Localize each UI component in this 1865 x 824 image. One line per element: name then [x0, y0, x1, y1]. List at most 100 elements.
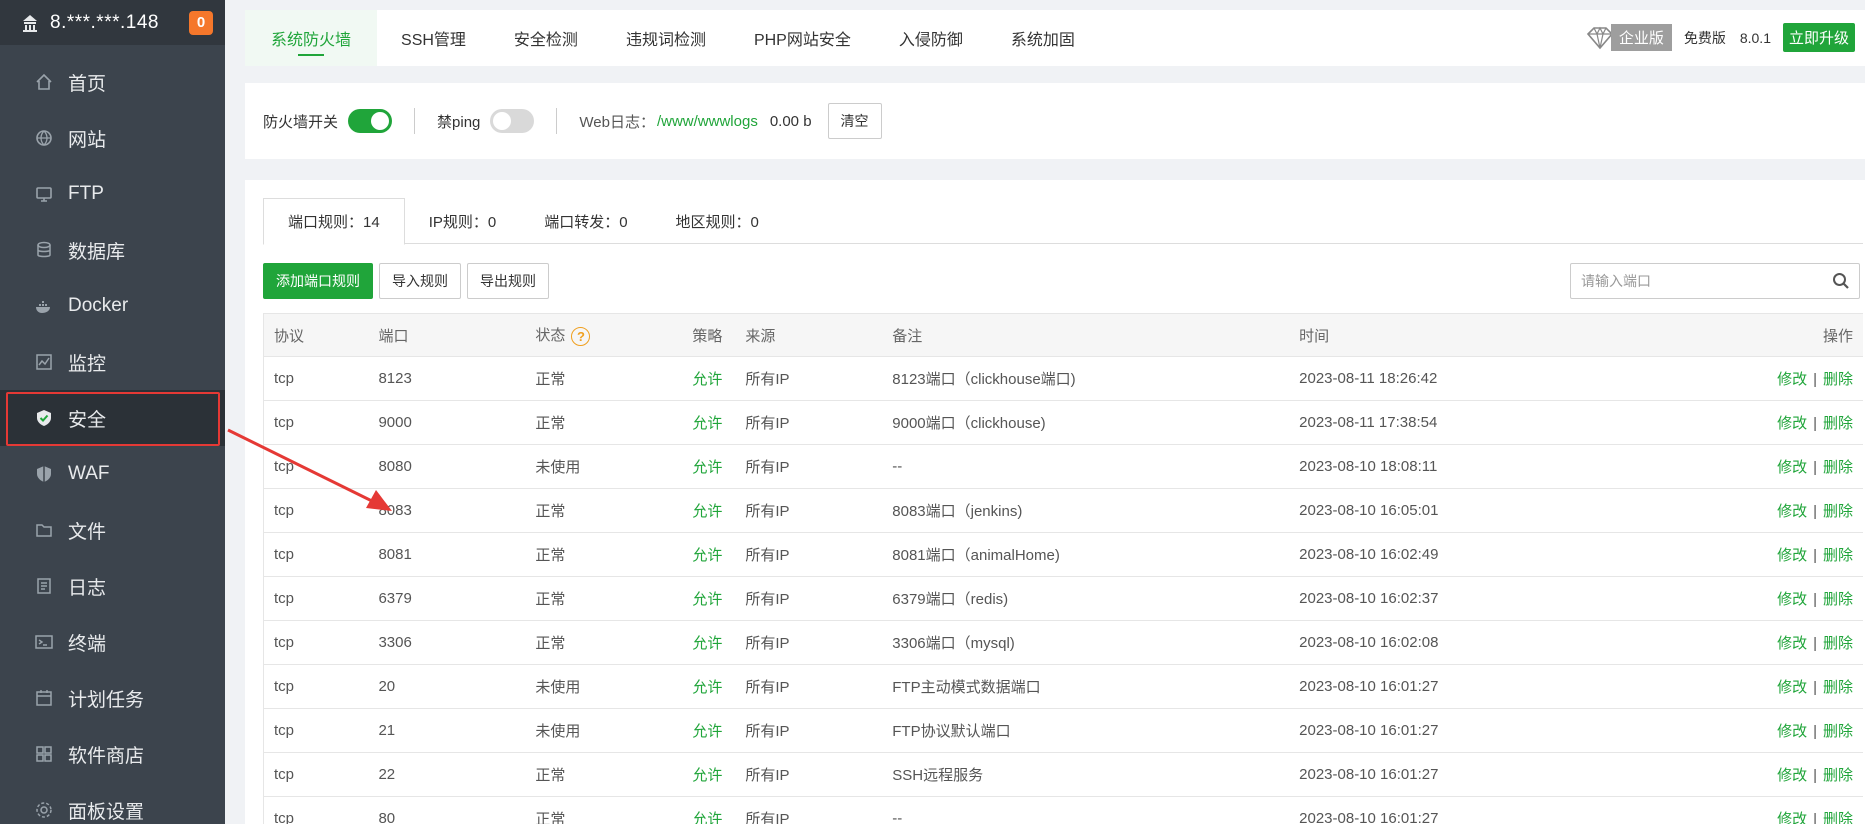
clear-log-button[interactable]: 清空 [827, 103, 882, 139]
tab-0[interactable]: 系统防火墙 [245, 10, 378, 66]
sidebar-item-7[interactable]: WAF [0, 446, 225, 502]
cell-port: 22 [368, 752, 526, 797]
subtab-3[interactable]: 地区规则：0 [652, 198, 783, 244]
sidebar-item-10[interactable]: 终端 [0, 614, 225, 670]
cell-time: 2023-08-10 16:02:08 [1289, 620, 1490, 665]
firewall-toggle[interactable] [348, 109, 393, 133]
edit-link[interactable]: 修改 [1777, 679, 1807, 696]
delete-link[interactable]: 删除 [1823, 811, 1853, 824]
sidebar-item-11[interactable]: 计划任务 [0, 670, 225, 726]
import-rules-button[interactable]: 导入规则 [379, 263, 461, 299]
delete-link[interactable]: 删除 [1823, 591, 1853, 608]
subtab-0[interactable]: 端口规则：14 [263, 198, 405, 245]
tab-1[interactable]: SSH管理 [377, 10, 490, 66]
sidebar-item-label: Docker [68, 295, 129, 316]
delete-link[interactable]: 删除 [1823, 415, 1853, 432]
sidebar-item-13[interactable]: 面板设置 [0, 782, 225, 824]
sidebar-item-9[interactable]: 日志 [0, 558, 225, 614]
sidebar-item-2[interactable]: FTP [0, 166, 225, 222]
edit-link[interactable]: 修改 [1777, 503, 1807, 520]
cell-protocol: tcp [263, 620, 369, 665]
edit-link[interactable]: 修改 [1777, 591, 1807, 608]
delete-link[interactable]: 删除 [1823, 503, 1853, 520]
cell-time: 2023-08-10 16:02:37 [1289, 576, 1490, 621]
delete-link[interactable]: 删除 [1823, 371, 1853, 388]
cell-protocol: tcp [263, 708, 369, 753]
cell-port: 21 [368, 708, 526, 753]
delete-link[interactable]: 删除 [1823, 459, 1853, 476]
tab-4[interactable]: PHP网站安全 [730, 10, 875, 66]
ping-toggle[interactable] [490, 109, 535, 133]
sidebar-item-0[interactable]: 首页 [0, 54, 225, 110]
action-separator: | [1813, 503, 1817, 520]
delete-link[interactable]: 删除 [1823, 635, 1853, 652]
action-separator: | [1813, 591, 1817, 608]
edit-link[interactable]: 修改 [1777, 371, 1807, 388]
action-separator: | [1813, 811, 1817, 824]
table-row: tcp 21 未使用 允许 所有IP FTP协议默认端口 2023-08-10 16:01:… [263, 708, 1863, 753]
sidebar-item-5[interactable]: 监控 [0, 334, 225, 390]
cell-port: 3306 [368, 620, 526, 665]
sidebar-item-1[interactable]: 网站 [0, 110, 225, 166]
edit-link[interactable]: 修改 [1777, 767, 1807, 784]
port-search-input[interactable] [1581, 273, 1823, 289]
server-header[interactable]: 8.***.***.148 0 [0, 0, 225, 45]
sidebar-item-6[interactable]: 安全 [0, 390, 225, 446]
firewall-switch-label: 防火墙开关 [263, 113, 339, 131]
search-icon[interactable] [1823, 264, 1859, 298]
sidebar-item-3[interactable]: 数据库 [0, 222, 225, 278]
col-port[interactable]: 端口 [368, 313, 526, 357]
sidebar-item-8[interactable]: 文件 [0, 502, 225, 558]
cell-port: 6379 [368, 576, 526, 621]
cell-note: 6379端口（redis) [882, 576, 1290, 621]
edit-link[interactable]: 修改 [1777, 415, 1807, 432]
subtab-2[interactable]: 端口转发：0 [520, 198, 651, 244]
table-header: 协议 端口 状态? 策略 来源 备注 时间 操作 [263, 313, 1863, 357]
sidebar-item-label: FTP [68, 183, 104, 204]
delete-link[interactable]: 删除 [1823, 547, 1853, 564]
cell-status: 未使用 [525, 444, 683, 489]
tab-6[interactable]: 系统加固 [987, 10, 1099, 66]
monitor-icon [34, 352, 54, 372]
edit-link[interactable]: 修改 [1777, 547, 1807, 564]
col-protocol[interactable]: 协议 [263, 313, 369, 357]
table-row: tcp 8080 未使用 允许 所有IP -- 2023-08-10 18:08:11 修改 |… [263, 444, 1863, 489]
cell-port: 8080 [368, 444, 526, 489]
edit-link[interactable]: 修改 [1777, 723, 1807, 740]
cell-source: 所有IP [735, 576, 883, 621]
edit-link[interactable]: 修改 [1777, 635, 1807, 652]
weblog-size: 0.00 b [769, 112, 812, 130]
weblog-path-link[interactable]: /www/wwwlogs [657, 113, 758, 130]
sidebar-item-label: 数据库 [68, 241, 126, 263]
sidebar-item-label: 面板设置 [68, 801, 145, 823]
cell-actions: 修改 | 删除 [1489, 752, 1863, 797]
delete-link[interactable]: 删除 [1823, 679, 1853, 696]
enterprise-edition[interactable]: 企业版 [1583, 24, 1672, 52]
edit-link[interactable]: 修改 [1777, 811, 1807, 824]
delete-link[interactable]: 删除 [1823, 723, 1853, 740]
table-row: tcp 8083 正常 允许 所有IP 8083端口（jenkins) 2023-08-10… [263, 488, 1863, 533]
help-icon[interactable]: ? [571, 326, 591, 346]
folder-icon [34, 520, 54, 540]
add-port-rule-button[interactable]: 添加端口规则 [263, 263, 373, 299]
col-status-label: 状态 [535, 327, 566, 345]
cell-protocol: tcp [263, 400, 369, 445]
export-rules-button[interactable]: 导出规则 [467, 263, 549, 299]
sidebar-item-label: 终端 [68, 633, 107, 655]
delete-link[interactable]: 删除 [1823, 767, 1853, 784]
cell-policy: 允许 [682, 620, 736, 665]
edit-link[interactable]: 修改 [1777, 459, 1807, 476]
subtab-1[interactable]: IP规则：0 [405, 198, 521, 244]
waf-shield-icon [34, 464, 54, 484]
upgrade-button[interactable]: 立即升级 [1782, 23, 1855, 52]
cell-note: 3306端口（mysql) [882, 620, 1290, 665]
sidebar-item-4[interactable]: Docker [0, 278, 225, 334]
tab-5[interactable]: 入侵防御 [875, 10, 987, 66]
tab-2[interactable]: 安全检测 [490, 10, 602, 66]
sidebar-item-12[interactable]: 软件商店 [0, 726, 225, 782]
globe-icon [34, 128, 54, 148]
sidebar-item-label: 安全 [68, 409, 107, 431]
notification-badge[interactable]: 0 [189, 10, 213, 35]
action-separator: | [1813, 635, 1817, 652]
tab-3[interactable]: 违规词检测 [602, 10, 730, 66]
